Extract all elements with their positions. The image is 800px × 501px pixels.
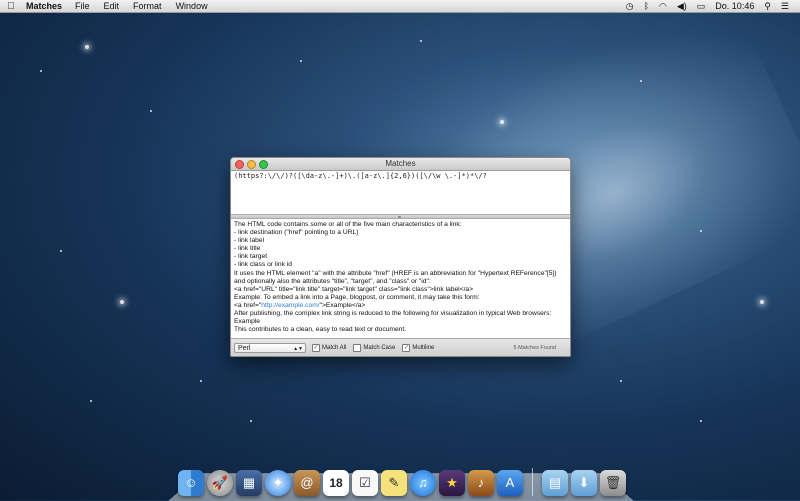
apple-menu-icon[interactable]:  — [0, 1, 22, 12]
contacts-icon[interactable]: @ — [294, 470, 320, 496]
text-line: This contributes to a clean, easy to rea… — [234, 326, 407, 334]
downloads-folder-icon[interactable]: ⬇ — [571, 470, 597, 496]
star — [640, 80, 642, 82]
spotlight-icon[interactable]: ⚲ — [759, 1, 776, 12]
star — [200, 380, 202, 382]
text-line: The HTML code contains some or all of th… — [234, 221, 462, 228]
star — [250, 420, 252, 422]
itunes-icon[interactable]: ♫ — [410, 470, 436, 496]
app-store-icon[interactable]: A — [497, 470, 523, 496]
star — [90, 400, 92, 402]
star — [500, 120, 504, 124]
star — [700, 420, 702, 422]
imovie-icon[interactable]: ★ — [439, 470, 465, 496]
match-all-label: Match All — [322, 344, 347, 351]
calendar-icon[interactable]: 18 — [323, 470, 349, 496]
star — [300, 60, 302, 62]
mission-control-icon[interactable]: ▦ — [236, 470, 262, 496]
dock-separator — [532, 468, 533, 496]
match-all-checkbox[interactable]: ✓ Match All — [312, 343, 347, 352]
multiline-checkbox-box[interactable]: ✓ — [402, 343, 411, 352]
text-line: Example: To embed a link into a Page, bl… — [234, 293, 480, 301]
close-button[interactable] — [235, 160, 244, 169]
star — [85, 45, 89, 49]
garageband-icon[interactable]: ♪ — [468, 470, 494, 496]
star — [420, 40, 422, 42]
minimize-button[interactable] — [247, 160, 256, 169]
zoom-button[interactable] — [259, 160, 268, 169]
multiline-checkbox[interactable]: ✓ Multiline — [402, 343, 435, 352]
text-line: - link label — [234, 237, 265, 245]
app-menu[interactable]: Matches — [22, 1, 68, 11]
match-case-checkbox[interactable]: Match Case — [353, 343, 396, 352]
text-line: - link class or link id — [234, 261, 292, 269]
battery-icon[interactable]: ▭ — [692, 1, 711, 12]
star — [700, 230, 702, 232]
chevron-updown-icon: ▲▼ — [293, 345, 303, 352]
text-line: - link destination ("href" pointing to a… — [234, 229, 359, 237]
match-case-label: Match Case — [363, 344, 396, 351]
regex-pattern-input[interactable]: (https?:\/\/)?([\da-z\.-]+)\.([a-z\.]{2,… — [231, 171, 570, 214]
menu-bar:  Matches File Edit Format Window ◷ ᛒ ◠ … — [0, 0, 800, 13]
text-segment: <a href=" — [234, 301, 262, 309]
window-titlebar[interactable]: Matches — [231, 158, 570, 171]
applications-folder-icon[interactable]: ▤ — [542, 470, 568, 496]
matches-window: Matches (https?:\/\/)?([\da-z\.-]+)\.([a… — [230, 157, 571, 357]
star — [60, 250, 62, 252]
wifi-icon[interactable]: ◠ — [654, 1, 672, 12]
match-all-checkbox-box[interactable]: ✓ — [312, 343, 320, 352]
text-line: - link title — [234, 245, 261, 253]
safari-icon[interactable]: ✦ — [265, 470, 291, 496]
text-line: <a href="URL" title="link title" target=… — [234, 285, 474, 293]
bluetooth-icon[interactable]: ᛒ — [639, 1, 654, 11]
text-line: - link target — [234, 253, 268, 261]
syntax-select-value: Perl — [238, 344, 251, 352]
finder-icon[interactable]: ☺ — [178, 470, 204, 496]
notification-center-icon[interactable]: ☰ — [776, 1, 794, 12]
text-line: It uses the HTML element "a" with the at… — [234, 269, 557, 277]
menu-window[interactable]: Window — [169, 1, 215, 11]
reminders-icon[interactable]: ☑ — [352, 470, 378, 496]
text-line: and optionally also the attributes "titl… — [234, 277, 431, 285]
launchpad-icon[interactable]: 🚀 — [207, 470, 233, 496]
dock: ☺ 🚀 ▦ ✦ @ 18 ☑ ✎ ♫ ★ ♪ A ▤ ⬇ 🗑 — [178, 462, 626, 496]
menu-edit[interactable]: Edit — [97, 1, 127, 11]
text-line: Example — [234, 318, 261, 326]
text-segment: ">Example</a> — [319, 301, 366, 309]
star — [40, 70, 42, 72]
text-line: <a href="http://example.com/">Example</a… — [234, 302, 567, 310]
window-title: Matches — [385, 159, 416, 168]
time-machine-icon[interactable]: ◷ — [621, 1, 639, 12]
star — [150, 110, 152, 112]
menu-format[interactable]: Format — [126, 1, 169, 11]
star — [760, 300, 764, 304]
test-text-area[interactable]: The HTML code contains some or all of th… — [231, 219, 570, 338]
match-count-status: 5 Matches Found — [513, 344, 557, 351]
multiline-label: Multiline — [412, 344, 435, 351]
trash-icon[interactable]: 🗑 — [600, 470, 626, 496]
text-line: After publishing, the complex link strin… — [234, 310, 552, 318]
star — [120, 300, 124, 304]
options-bar: Perl ▲▼ ✓ Match All Match Case ✓ Multili… — [231, 338, 570, 356]
volume-icon[interactable]: ◀) — [672, 1, 692, 12]
notes-icon[interactable]: ✎ — [381, 470, 407, 496]
star — [620, 380, 622, 382]
menu-file[interactable]: File — [68, 1, 97, 11]
match-case-checkbox-box[interactable] — [353, 343, 362, 352]
menubar-clock[interactable]: Do. 10:46 — [710, 1, 759, 11]
url-match-highlight: http://example.com/ — [261, 301, 320, 309]
syntax-select[interactable]: Perl ▲▼ — [234, 342, 306, 353]
